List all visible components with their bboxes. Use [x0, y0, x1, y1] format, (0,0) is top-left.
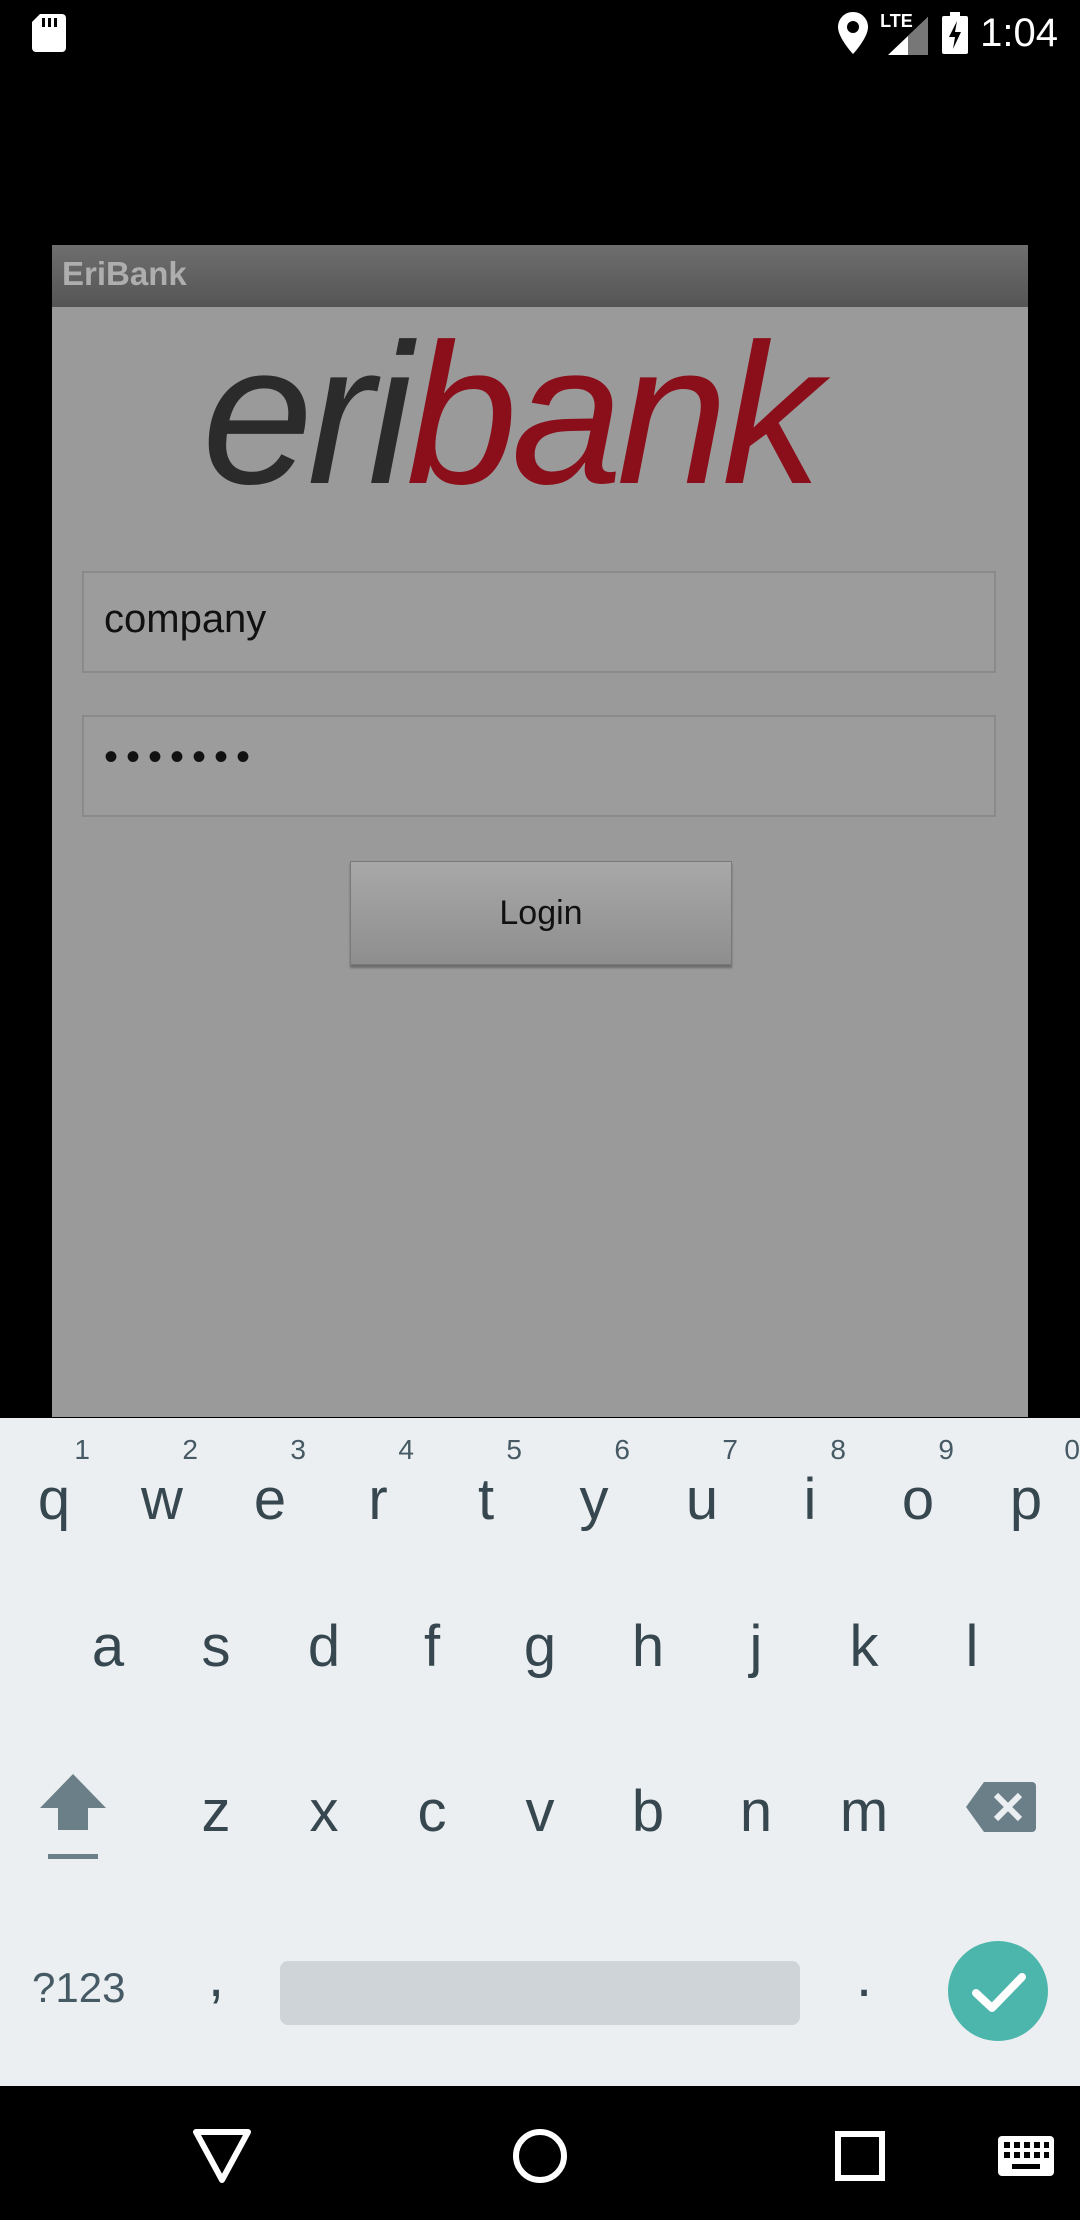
key-a[interactable]: a — [54, 1583, 162, 1723]
key-letter: j — [749, 1614, 763, 1679]
logo-part-eri: eri — [202, 333, 417, 513]
navigation-bar — [0, 2086, 1080, 2220]
key-letter: w — [141, 1467, 183, 1532]
enter-check-icon — [972, 1973, 1026, 2012]
key-n[interactable]: n — [702, 1748, 810, 1888]
key-letter: s — [201, 1614, 231, 1679]
key-hint: 0 — [1064, 1434, 1080, 1465]
home-icon[interactable] — [510, 2126, 570, 2186]
app-titlebar: EriBank — [52, 245, 1028, 307]
username-value: company — [104, 597, 267, 641]
key-y[interactable]: 6 y — [540, 1418, 648, 1558]
key-h[interactable]: h — [594, 1583, 702, 1723]
signal-icon: LTE — [880, 11, 930, 55]
key-l[interactable]: l — [918, 1583, 1026, 1723]
shift-key[interactable] — [18, 1748, 126, 1888]
key-hint: 4 — [398, 1434, 414, 1465]
status-icons: LTE 1:04 — [838, 6, 1058, 60]
key-letter: a — [91, 1614, 125, 1679]
key-q[interactable]: 1 q — [0, 1418, 108, 1558]
space-bar[interactable] — [280, 1961, 800, 2025]
shift-icon — [40, 1774, 106, 1859]
key-v[interactable]: v — [486, 1748, 594, 1888]
key-k[interactable]: k — [810, 1583, 918, 1723]
battery-charging-icon — [942, 12, 969, 54]
location-icon — [838, 12, 869, 54]
soft-keyboard: 1 q 2 w 3 e 4 r 5 t 6 y 7 u 8 i 9 o 0 p … — [0, 1418, 1080, 2086]
key-d[interactable]: d — [270, 1583, 378, 1723]
enter-key[interactable] — [948, 1941, 1048, 2041]
app-title: EriBank — [62, 255, 187, 292]
svg-text:eribank: eribank — [202, 333, 831, 513]
comma-key[interactable]: , — [162, 1913, 270, 2053]
key-c[interactable]: c — [378, 1748, 486, 1888]
key-letter: n — [739, 1779, 773, 1844]
key-letter: . — [855, 1944, 873, 2009]
key-x[interactable]: x — [270, 1748, 378, 1888]
key-hint: 8 — [830, 1434, 846, 1465]
password-value: ••••••• — [104, 735, 259, 779]
key-letter: d — [307, 1614, 341, 1679]
key-letter: g — [523, 1614, 557, 1679]
eribank-logo: eribank — [202, 333, 837, 513]
key-letter: e — [253, 1467, 287, 1532]
password-field[interactable]: ••••••• — [82, 715, 996, 817]
key-letter: f — [423, 1614, 441, 1679]
key-m[interactable]: m — [810, 1748, 918, 1888]
key-hint: 3 — [290, 1434, 306, 1465]
key-o[interactable]: 9 o — [864, 1418, 972, 1558]
key-letter: p — [1009, 1467, 1043, 1532]
key-hint: 2 — [182, 1434, 198, 1465]
app-window: EriBank eribank company ••••••• Login — [52, 245, 1028, 1417]
key-hint: 7 — [722, 1434, 738, 1465]
key-letter: t — [477, 1467, 495, 1532]
key-letter: m — [839, 1779, 889, 1844]
key-hint: 6 — [614, 1434, 630, 1465]
key-w[interactable]: 2 w — [108, 1418, 216, 1558]
keyboard-icon[interactable] — [998, 2136, 1054, 2176]
key-u[interactable]: 7 u — [648, 1418, 756, 1558]
key-letter: r — [368, 1467, 388, 1532]
key-f[interactable]: f — [378, 1583, 486, 1723]
key-z[interactable]: z — [162, 1748, 270, 1888]
key-letter: k — [849, 1614, 879, 1679]
key-g[interactable]: g — [486, 1583, 594, 1723]
back-icon[interactable] — [190, 2126, 254, 2186]
key-letter: b — [631, 1779, 665, 1844]
key-letter: h — [631, 1614, 665, 1679]
backspace-icon — [966, 1782, 1036, 1832]
key-j[interactable]: j — [702, 1583, 810, 1723]
login-button[interactable]: Login — [350, 861, 732, 965]
key-b[interactable]: b — [594, 1748, 702, 1888]
username-field[interactable]: company — [82, 571, 996, 673]
key-letter: y — [579, 1467, 609, 1532]
key-p[interactable]: 0 p — [972, 1418, 1080, 1558]
period-key[interactable]: . — [810, 1913, 918, 2053]
key-e[interactable]: 3 e — [216, 1418, 324, 1558]
key-letter: z — [201, 1779, 231, 1844]
recents-icon[interactable] — [834, 2130, 886, 2182]
key-letter: v — [525, 1779, 555, 1844]
sd-card-icon — [32, 14, 66, 52]
key-letter: q — [37, 1467, 71, 1532]
status-bar: LTE 1:04 — [0, 0, 1080, 66]
key-letter: o — [901, 1467, 935, 1532]
clock: 1:04 — [980, 10, 1058, 55]
key-letter: u — [685, 1467, 719, 1532]
key-hint: 9 — [938, 1434, 954, 1465]
key-letter: i — [803, 1467, 817, 1532]
key-letter: x — [309, 1779, 339, 1844]
key-letter: l — [965, 1614, 979, 1679]
key-hint: 5 — [506, 1434, 522, 1465]
key-letter: c — [417, 1779, 447, 1844]
key-r[interactable]: 4 r — [324, 1418, 432, 1558]
key-letter: , — [207, 1944, 225, 2009]
symbols-key[interactable]: ?123 — [32, 1964, 125, 2012]
key-t[interactable]: 5 t — [432, 1418, 540, 1558]
backspace-key[interactable] — [950, 1748, 1058, 1888]
key-s[interactable]: s — [162, 1583, 270, 1723]
key-hint: 1 — [74, 1434, 90, 1465]
logo-part-bank: bank — [406, 333, 831, 513]
key-i[interactable]: 8 i — [756, 1418, 864, 1558]
